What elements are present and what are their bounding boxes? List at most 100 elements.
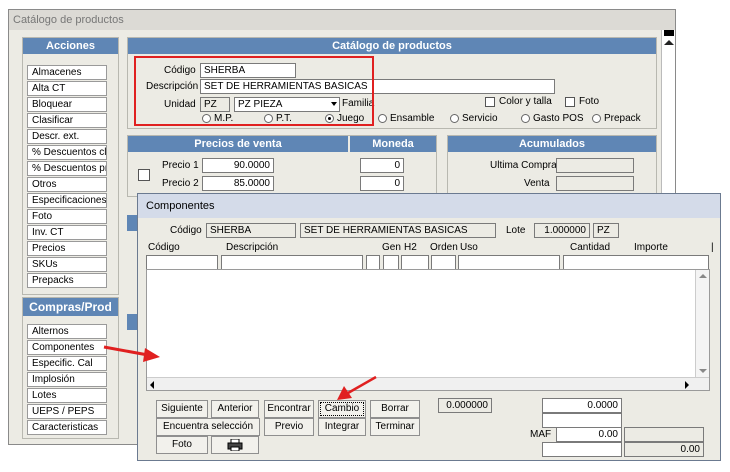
catalog-form-header: Catálogo de productos: [128, 38, 656, 54]
btn-precios[interactable]: Precios: [27, 241, 107, 256]
total2-field[interactable]: [542, 413, 622, 428]
btn-bloquear[interactable]: Bloquear: [27, 97, 107, 112]
borrar-button[interactable]: Borrar: [370, 400, 420, 418]
btn-skus[interactable]: SKUs: [27, 257, 107, 272]
col-cantidad: Cantidad: [570, 242, 611, 253]
precio-checkbox[interactable]: [138, 169, 150, 181]
scroll-right-icon[interactable]: [685, 381, 689, 389]
col-codigo: Código: [148, 242, 180, 253]
precio2-moneda-field[interactable]: 0: [360, 176, 404, 191]
btn-lotes[interactable]: Lotes: [27, 388, 107, 403]
comp-descripcion-field[interactable]: SET DE HERRAMIENTAS BASICAS: [300, 223, 496, 238]
btn-ueps-peps[interactable]: UEPS / PEPS: [27, 404, 107, 419]
radio-gasto-pos[interactable]: [521, 114, 530, 123]
cambio-button[interactable]: Cambio: [318, 400, 366, 418]
btn-caracteristicas[interactable]: Caracteristicas: [27, 420, 107, 435]
encontrar-button[interactable]: Encontrar: [264, 400, 314, 418]
maf-field[interactable]: 0.00: [556, 427, 622, 442]
col-extra: |: [711, 242, 714, 253]
row-gen2-cell[interactable]: [383, 255, 399, 270]
encuentra-seleccion-button[interactable]: Encuentra selección: [156, 418, 260, 436]
col-gen: Gen: [382, 242, 401, 253]
acumulados-panel: Acumulados Ultima Compra Venta: [447, 135, 657, 197]
bottom-value-field[interactable]: 0.00: [624, 442, 704, 457]
row-codigo-cell[interactable]: [146, 255, 218, 270]
precio2-field[interactable]: 85.0000: [202, 176, 274, 191]
scrollbar-thumb[interactable]: [664, 30, 674, 36]
highlight-box: [134, 56, 374, 126]
row-uso-cell[interactable]: [458, 255, 560, 270]
btn-otros[interactable]: Otros: [27, 177, 107, 192]
precio1-field[interactable]: 90.0000: [202, 158, 274, 173]
radio-ensamble-label: Ensamble: [390, 113, 435, 124]
components-grid[interactable]: [146, 269, 710, 391]
scroll-up-icon[interactable]: [699, 274, 707, 278]
row-cantidad-cell[interactable]: [563, 255, 709, 270]
btn-descuentos-prv[interactable]: % Descuentos prv: [27, 161, 107, 176]
grid-vscrollbar[interactable]: [695, 270, 709, 377]
row-gen-cell[interactable]: [366, 255, 380, 270]
btn-almacenes[interactable]: Almacenes: [27, 65, 107, 80]
bottom-left-field[interactable]: [542, 442, 622, 457]
col-h2: H2: [404, 242, 417, 253]
row-descripcion-cell[interactable]: [221, 255, 363, 270]
ultima-compra-field[interactable]: [556, 158, 634, 173]
btn-especific-cal[interactable]: Especific. Cal: [27, 356, 107, 371]
radio-servicio-label: Servicio: [462, 113, 498, 124]
lote-unit-field[interactable]: PZ: [593, 223, 619, 238]
siguiente-button[interactable]: Siguiente: [156, 400, 208, 418]
radio-prepack[interactable]: [592, 114, 601, 123]
moneda-header: Moneda: [350, 136, 436, 152]
btn-descr-ext[interactable]: Descr. ext.: [27, 129, 107, 144]
foto-button[interactable]: Foto: [156, 436, 208, 454]
radio-servicio[interactable]: [450, 114, 459, 123]
integrar-button[interactable]: Integrar: [318, 418, 366, 436]
radio-ensamble[interactable]: [378, 114, 387, 123]
small-value-field[interactable]: 0.000000: [438, 398, 492, 413]
componentes-window-title: Componentes: [138, 194, 720, 218]
acumulados-header: Acumulados: [448, 136, 656, 152]
btn-implosion[interactable]: Implosión: [27, 372, 107, 387]
acciones-header: Acciones: [23, 38, 118, 54]
col-uso: Uso: [460, 242, 478, 253]
terminar-button[interactable]: Terminar: [370, 418, 420, 436]
color-talla-checkbox[interactable]: [485, 97, 495, 107]
btn-clasificar[interactable]: Clasificar: [27, 113, 107, 128]
anterior-button[interactable]: Anterior: [211, 400, 259, 418]
row-h2-cell[interactable]: [401, 255, 429, 270]
btn-descuentos-clis[interactable]: % Descuentos clis: [27, 145, 107, 160]
compras-panel: Compras/Prod Alternos Componentes Especi…: [22, 297, 119, 439]
btn-foto[interactable]: Foto: [27, 209, 107, 224]
lote-field[interactable]: 1.000000: [534, 223, 590, 238]
maf-extra-field[interactable]: [624, 427, 704, 442]
grid-hscrollbar[interactable]: [147, 377, 709, 390]
venta-field[interactable]: [556, 176, 634, 191]
foto-label: Foto: [579, 96, 600, 107]
btn-especificaciones[interactable]: Especificaciones: [27, 193, 107, 208]
comp-codigo-field[interactable]: SHERBA: [206, 223, 296, 238]
lote-label: Lote: [506, 225, 526, 236]
compras-header: Compras/Prod: [23, 298, 118, 316]
scroll-up-icon[interactable]: [664, 40, 674, 45]
total1-field[interactable]: 0.0000: [542, 398, 622, 413]
print-button[interactable]: [211, 436, 259, 454]
precio1-moneda-field[interactable]: 0: [360, 158, 404, 173]
foto-checkbox[interactable]: [565, 97, 575, 107]
btn-componentes[interactable]: Componentes: [27, 340, 107, 355]
ultima-compra-label: Ultima Compra: [490, 160, 557, 171]
scroll-left-icon[interactable]: [150, 381, 154, 389]
scroll-down-icon[interactable]: [699, 369, 707, 373]
col-descripcion: Descripción: [226, 242, 279, 253]
printer-icon: [227, 438, 243, 452]
row-orden-cell[interactable]: [431, 255, 456, 270]
btn-inv-ct[interactable]: Inv. CT: [27, 225, 107, 240]
venta-label: Venta: [524, 178, 550, 189]
acciones-panel: Acciones Almacenes Alta CT Bloquear Clas…: [22, 37, 119, 295]
col-orden: Orden: [430, 242, 458, 253]
precio2-label: Precio 2: [162, 178, 199, 189]
previo-button[interactable]: Previo: [264, 418, 314, 436]
precio1-label: Precio 1: [162, 160, 199, 171]
btn-alternos[interactable]: Alternos: [27, 324, 107, 339]
btn-prepacks[interactable]: Prepacks: [27, 273, 107, 288]
btn-alta-ct[interactable]: Alta CT: [27, 81, 107, 96]
